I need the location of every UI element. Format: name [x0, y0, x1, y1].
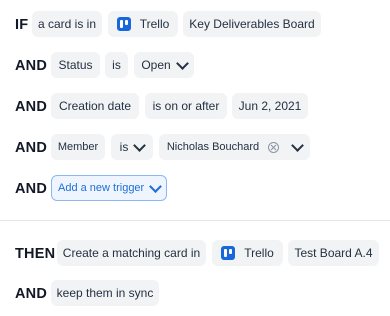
operator-label: is on or after [152, 99, 220, 113]
field-label: Creation date [58, 99, 132, 113]
date-value-chip[interactable]: Jun 2, 2021 [232, 93, 308, 119]
trello-icon [221, 246, 236, 260]
board-label: Key Deliverables Board [189, 17, 315, 31]
add-trigger-row: AND Add a new trigger [0, 175, 390, 203]
and-keyword: AND [15, 140, 48, 156]
status-dropdown[interactable]: Open [134, 52, 194, 78]
condition-row-member: AND Member is Nicholas Bouchard [0, 134, 390, 162]
chevron-down-icon [175, 56, 189, 70]
app-label: Trello [244, 246, 274, 260]
target-board-chip[interactable]: Test Board A.4 [288, 240, 379, 266]
divider [0, 220, 390, 221]
condition-row-creation-date: AND Creation date is on or after Jun 2, … [0, 93, 390, 121]
add-trigger-label: Add a new trigger [58, 182, 145, 194]
then-row: THEN Create a matching card in Trello Te… [0, 240, 390, 268]
status-value: Open [141, 58, 171, 72]
member-value: Nicholas Bouchard [166, 141, 260, 153]
and-keyword: AND [15, 286, 48, 302]
field-chip-status[interactable]: Status [51, 52, 100, 78]
member-dropdown[interactable]: Nicholas Bouchard [159, 134, 310, 160]
operator-dropdown[interactable]: is [111, 134, 153, 160]
sync-label: keep them in sync [56, 286, 154, 300]
operator-chip-is[interactable]: is [105, 52, 128, 78]
app-chip-trello[interactable]: Trello [212, 240, 283, 266]
chevron-down-icon [133, 138, 147, 152]
and-keyword: AND [15, 181, 48, 197]
sync-row: AND keep them in sync [0, 280, 390, 308]
field-chip-member[interactable]: Member [51, 134, 105, 160]
chevron-down-icon [149, 179, 162, 193]
action-label: Create a matching card in [62, 246, 201, 260]
condition-row-status: AND Status is Open [0, 52, 390, 80]
automation-rule: IF a card is in Trello Key Deliverables … [0, 0, 390, 316]
clear-icon[interactable] [268, 141, 280, 153]
app-chip-trello[interactable]: Trello [108, 11, 178, 37]
subject-chip: a card is in [32, 11, 102, 37]
operator-chip-on-or-after[interactable]: is on or after [145, 93, 227, 119]
and-keyword: AND [15, 99, 48, 115]
date-value: Jun 2, 2021 [238, 99, 302, 113]
target-board-label: Test Board A.4 [294, 246, 373, 260]
action-chip[interactable]: Create a matching card in [57, 240, 206, 266]
add-trigger-button[interactable]: Add a new trigger [51, 175, 167, 201]
then-keyword: THEN [15, 246, 56, 262]
and-keyword: AND [15, 58, 48, 74]
app-label: Trello [139, 17, 170, 31]
operator-label: is [112, 58, 121, 72]
if-row: IF a card is in Trello Key Deliverables … [0, 11, 390, 39]
chevron-down-icon [291, 138, 305, 152]
subject-label: a card is in [37, 17, 97, 31]
trello-icon [116, 17, 131, 31]
operator-label: is [119, 140, 129, 154]
field-label: Status [58, 58, 93, 72]
field-label: Member [57, 141, 99, 153]
board-chip[interactable]: Key Deliverables Board [183, 11, 321, 37]
if-keyword: IF [15, 17, 29, 33]
sync-chip[interactable]: keep them in sync [51, 280, 159, 306]
field-chip-creation-date[interactable]: Creation date [51, 93, 139, 119]
